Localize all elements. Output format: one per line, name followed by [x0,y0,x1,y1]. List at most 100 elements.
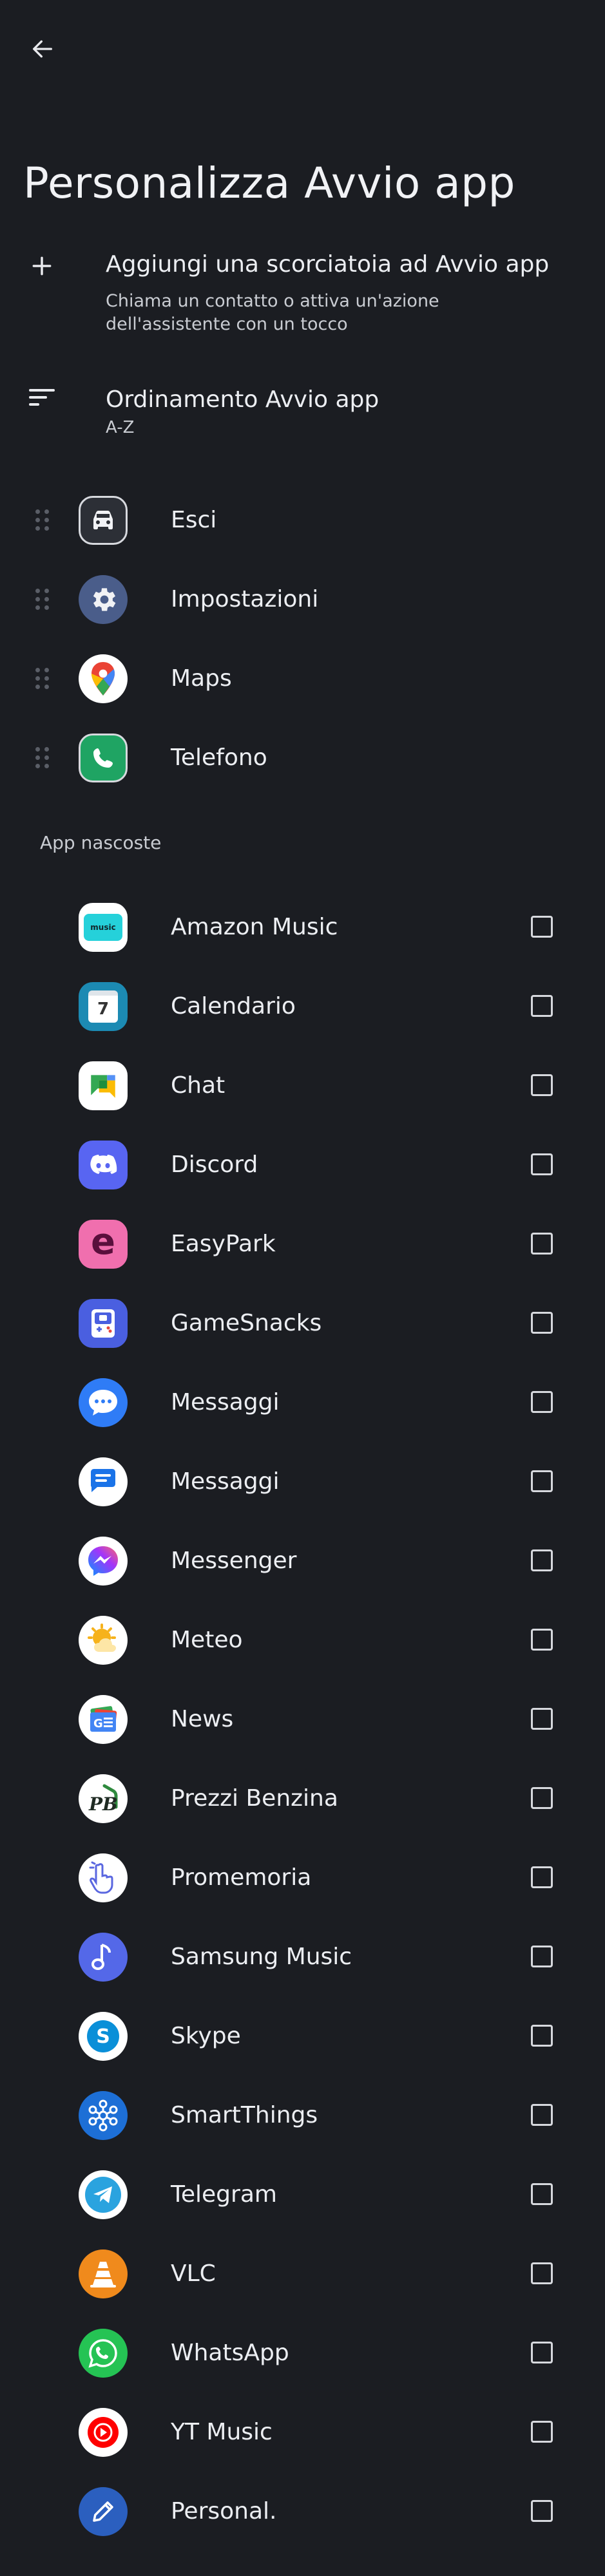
pinned-app-row[interactable]: Impostazioni [0,564,605,635]
hidden-app-row[interactable]: GameSnacks [0,1288,605,1359]
fuel-prices-icon: PB [79,1774,128,1823]
sort-title: Ordinamento Avvio app [106,386,379,413]
hidden-app-row[interactable]: Personal. [0,2476,605,2547]
messages-icon [79,1378,128,1427]
hidden-app-row[interactable]: SmartThings [0,2080,605,2151]
discord-icon [79,1141,128,1189]
app-label: Maps [171,665,232,692]
news-icon: G [79,1695,128,1744]
skype-icon: S [79,2012,128,2061]
hidden-app-row[interactable]: YT Music [0,2397,605,2468]
page-title: Personalizza Avvio app [23,158,515,208]
hide-checkbox[interactable] [531,916,553,938]
hide-checkbox[interactable] [531,2342,553,2363]
app-label: Chat [171,1072,226,1099]
hide-checkbox[interactable] [531,1549,553,1571]
phone-icon [79,734,128,782]
add-shortcut-subtitle: Chiama un contatto o attiva un'azione de… [106,291,439,334]
hide-checkbox[interactable] [531,1391,553,1413]
hidden-app-row[interactable]: Messaggi [0,1446,605,1517]
app-label: EasyPark [171,1231,276,1257]
music-note-icon [79,1933,128,1982]
drag-handle-icon[interactable] [35,509,50,531]
arrow-left-icon [33,40,53,58]
hide-checkbox[interactable] [531,995,553,1017]
app-label: Samsung Music [171,1944,352,1970]
hidden-app-row[interactable]: 7 Calendario [0,971,605,1042]
yt-music-icon [79,2408,128,2457]
hide-checkbox[interactable] [531,2025,553,2047]
sort-value: A-Z [106,418,135,437]
hide-checkbox[interactable] [531,1787,553,1809]
hidden-app-row[interactable]: Meteo [0,1605,605,1676]
app-label: SmartThings [171,2102,318,2128]
hide-checkbox[interactable] [531,1470,553,1492]
whatsapp-icon [79,2329,128,2378]
hide-checkbox[interactable] [531,1708,553,1730]
drag-handle-icon[interactable] [35,747,50,769]
hidden-app-row[interactable]: VLC [0,2239,605,2309]
app-label: Messenger [171,1548,297,1574]
hidden-app-row[interactable]: e EasyPark [0,1209,605,1280]
map-pin-icon [79,654,128,703]
app-label: Esci [171,507,217,533]
pinned-app-row[interactable]: Maps [0,643,605,714]
app-label: VLC [171,2260,216,2287]
weather-icon [79,1616,128,1665]
add-shortcut-option[interactable]: Aggiungi una scorciatoia ad Avvio app Ch… [0,245,605,348]
hide-checkbox[interactable] [531,1629,553,1651]
hide-checkbox[interactable] [531,1153,553,1175]
app-label: Skype [171,2023,241,2049]
app-label: Prezzi Benzina [171,1785,338,1812]
app-label: Messaggi [171,1468,280,1495]
hide-checkbox[interactable] [531,1074,553,1096]
app-label: Messaggi [171,1389,280,1416]
drag-handle-icon[interactable] [35,589,50,611]
hidden-app-row[interactable]: Discord [0,1130,605,1200]
sort-icon [26,381,58,413]
hide-checkbox[interactable] [531,2183,553,2205]
hidden-app-row[interactable]: music Amazon Music [0,892,605,963]
reminder-icon [79,1853,128,1902]
app-label: Amazon Music [171,914,338,940]
hidden-app-row[interactable]: Samsung Music [0,1922,605,1993]
calendar-icon: 7 [79,982,128,1031]
messenger-icon [79,1537,128,1586]
app-label: Discord [171,1151,258,1178]
hidden-app-row[interactable]: Messaggi [0,1367,605,1438]
hidden-apps-heading: App nascoste [40,832,162,853]
gear-icon [79,575,128,624]
hidden-app-row[interactable]: Promemoria [0,1842,605,1913]
pinned-app-row[interactable]: Esci [0,485,605,556]
hidden-app-row[interactable]: WhatsApp [0,2318,605,2389]
add-shortcut-title: Aggiungi una scorciatoia ad Avvio app [106,251,550,278]
gamesnacks-icon [79,1299,128,1348]
hide-checkbox[interactable] [531,1866,553,1888]
hidden-app-row[interactable]: G News [0,1684,605,1755]
drag-handle-icon[interactable] [35,668,50,690]
svg-text:G: G [93,1717,103,1730]
hide-checkbox[interactable] [531,1946,553,1967]
plus-icon [26,250,58,282]
hide-checkbox[interactable] [531,2500,553,2522]
hide-checkbox[interactable] [531,2421,553,2443]
hide-checkbox[interactable] [531,2262,553,2284]
hidden-app-row[interactable]: Telegram [0,2159,605,2230]
hidden-app-row[interactable]: PB Prezzi Benzina [0,1763,605,1834]
app-label: YT Music [171,2419,273,2445]
pinned-app-row[interactable]: Telefono [0,723,605,793]
hidden-app-row[interactable]: Chat [0,1050,605,1121]
app-label: Impostazioni [171,586,319,612]
back-button[interactable] [24,31,61,67]
hide-checkbox[interactable] [531,1312,553,1334]
hidden-app-row[interactable]: Messenger [0,1526,605,1596]
amazon-music-icon: music [79,903,128,952]
app-label: Personal. [171,2498,277,2524]
app-label: Telefono [171,744,267,771]
sort-option[interactable]: Ordinamento Avvio app A-Z [0,380,605,444]
google-messages-icon [79,1457,128,1506]
hidden-app-row[interactable]: S Skype [0,2001,605,2072]
telegram-icon [79,2170,128,2219]
hide-checkbox[interactable] [531,2104,553,2126]
hide-checkbox[interactable] [531,1233,553,1255]
